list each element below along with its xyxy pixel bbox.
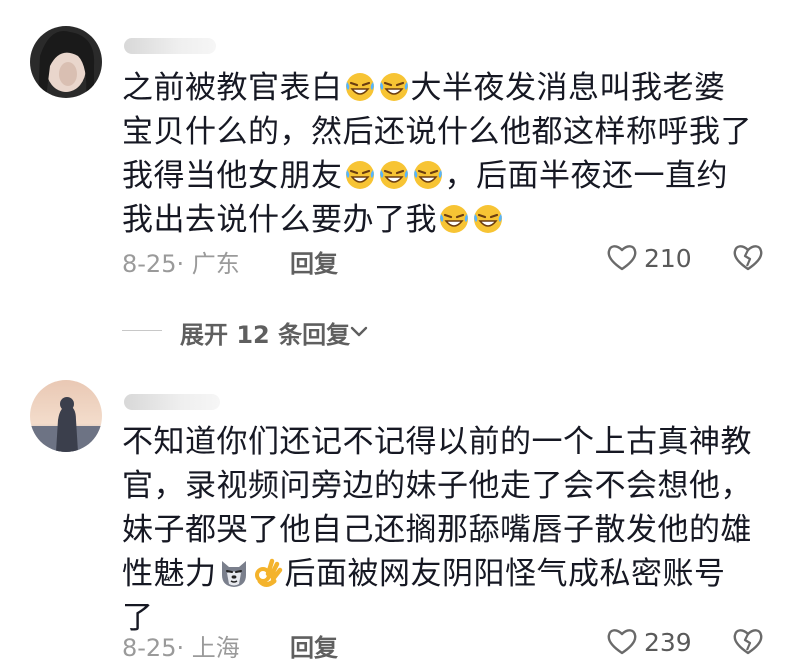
comment-line: 我出去说什么要办了我 — [122, 198, 762, 242]
like-count: 210 — [644, 244, 692, 273]
divider — [122, 330, 162, 331]
like-button[interactable]: 210 — [606, 240, 692, 276]
comment-meta: 8-25· 上海 回复 239 — [122, 624, 770, 663]
laughing-tears-emoji — [345, 73, 374, 101]
comment-text: 之前被教官表白 大半夜发消息叫我老婆 宝贝什么的，然后还说什么他都这样称呼我了 我… — [122, 66, 762, 242]
comment-line: 宝贝什么的，然后还说什么他都这样称呼我了 — [122, 114, 752, 150]
laughing-tears-emoji — [345, 161, 374, 189]
expand-replies-label: 展开 12 条回复 — [180, 321, 351, 349]
laughing-tears-emoji — [379, 73, 408, 101]
broken-heart-icon[interactable] — [732, 626, 764, 656]
reply-button[interactable]: 回复 — [290, 244, 338, 279]
comment-line: 之前被教官表白 大半夜发消息叫我老婆 — [122, 70, 726, 106]
laughing-tears-emoji — [474, 205, 502, 233]
comment-meta: 8-25· 广东 回复 210 — [122, 240, 770, 279]
comment-line: 官，录视频问旁边的妹子他走了会不会想他， — [122, 468, 752, 504]
broken-heart-icon[interactable] — [732, 242, 764, 272]
comment-line: 性魅力 后面被网友阴阳怪气成私密账号 — [122, 556, 726, 592]
like-button[interactable]: 239 — [606, 624, 692, 660]
chevron-down-icon — [350, 326, 368, 337]
like-count: 239 — [644, 628, 692, 657]
date-location: 8-25· 上海 — [122, 634, 240, 662]
wolf-emoji — [221, 561, 246, 587]
username-blurred[interactable] — [124, 38, 216, 54]
ok-hand-emoji — [254, 558, 282, 587]
comment-line: 妹子都哭了他自己还搁那舔嘴唇子散发他的雄 — [122, 512, 752, 548]
laughing-tears-emoji — [379, 161, 408, 189]
username-blurred[interactable] — [124, 394, 220, 410]
laughing-tears-emoji — [413, 161, 442, 189]
heart-icon — [607, 245, 637, 271]
comment-line: 我得当他女朋友 ，后面半夜还一直约 — [122, 158, 728, 194]
heart-icon — [607, 629, 637, 655]
comment-line: 不知道你们还记不记得以前的一个上古真神教 — [122, 424, 752, 460]
laughing-tears-emoji — [440, 205, 468, 233]
comment-text: 不知道你们还记不记得以前的一个上古真神教 官，录视频问旁边的妹子他走了会不会想他… — [122, 420, 762, 640]
avatar[interactable] — [30, 26, 102, 98]
reply-button[interactable]: 回复 — [290, 628, 338, 663]
date-location: 8-25· 广东 — [122, 250, 240, 278]
avatar[interactable] — [30, 380, 102, 452]
